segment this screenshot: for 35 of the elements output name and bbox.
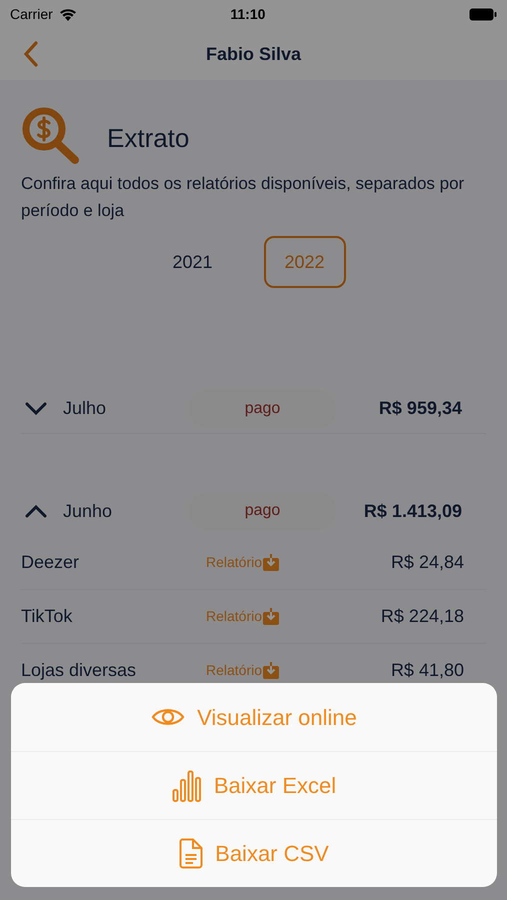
chevron-down-icon[interactable] — [25, 402, 47, 416]
store-amount: R$ 24,84 — [390, 551, 465, 574]
money-search-icon — [21, 106, 81, 164]
carrier-label: Carrier — [10, 4, 53, 24]
clock-time: 11:10 — [229, 4, 266, 24]
download-icon — [263, 554, 280, 571]
month-label[interactable]: Junho — [63, 498, 189, 524]
year-tab[interactable]: 2021 — [152, 236, 234, 288]
store-amount: R$ 224,18 — [380, 605, 465, 628]
nav-title: Fabio Silva — [206, 42, 302, 66]
report-link[interactable]: Relatório — [206, 552, 280, 573]
battery-icon — [469, 8, 497, 20]
action-button[interactable]: Baixar Excel — [11, 751, 497, 819]
chevron-up-icon[interactable] — [25, 504, 47, 518]
report-link[interactable]: Relatório — [206, 660, 280, 681]
bar-chart-icon — [172, 770, 202, 802]
page-description: Confira aqui todos os relatórios disponíveis, separados por período e loja — [21, 173, 466, 222]
back-chevron-icon — [23, 41, 39, 67]
eye-icon — [151, 706, 186, 728]
document-icon — [179, 838, 204, 869]
store-name: TikTok — [21, 605, 74, 628]
store-amount: R$ 41,80 — [390, 659, 465, 682]
download-icon — [263, 662, 280, 679]
year-tab[interactable]: 2022 — [264, 236, 346, 288]
download-icon — [263, 608, 280, 625]
report-link[interactable]: Relatório — [206, 606, 280, 627]
page-title: Extrato — [107, 122, 190, 154]
store-name: Deezer — [21, 551, 80, 574]
month-label[interactable]: Julho — [63, 395, 189, 422]
month-total: R$ 959,34 — [378, 397, 463, 420]
store-name: Lojas diversas — [21, 659, 138, 682]
action-button[interactable]: Visualizar online — [11, 683, 497, 751]
month-total: R$ 1.413,09 — [362, 500, 463, 522]
action-button[interactable]: Baixar CSV — [11, 819, 497, 887]
wifi-icon — [58, 8, 77, 20]
